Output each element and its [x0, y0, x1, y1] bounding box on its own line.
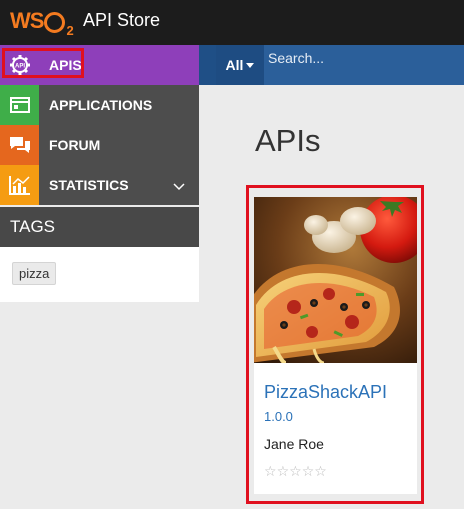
sidebar-item-forum[interactable]: FORUM [0, 125, 199, 165]
search-bar: All [199, 45, 464, 85]
wso2-logo[interactable]: WS 2 [10, 6, 74, 38]
star-empty-icon: ☆ [301, 463, 315, 479]
sidebar-item-apis[interactable]: API APIS [0, 45, 199, 85]
api-owner: Jane Roe [264, 436, 324, 452]
api-version: 1.0.0 [264, 409, 293, 424]
search-filter-dropdown[interactable]: All [216, 45, 264, 85]
chevron-down-icon[interactable] [173, 178, 185, 194]
tags-panel: pizza [0, 247, 199, 302]
page-title: APIs [255, 123, 321, 158]
star-empty-icon: ☆ [264, 463, 277, 479]
search-input[interactable] [268, 48, 458, 68]
apis-highlight-box [2, 48, 84, 78]
sidebar-item-applications[interactable]: APPLICATIONS [0, 85, 199, 125]
filter-label: All [225, 57, 244, 73]
star-empty-icon: ☆ [314, 463, 327, 479]
top-header: WS 2 API Store [0, 0, 464, 45]
star-rating: ☆☆☆☆☆ [264, 463, 327, 480]
pizza-thumbnail[interactable] [254, 197, 417, 363]
bar-chart-icon [0, 165, 39, 205]
star-empty-icon: ☆ [276, 463, 290, 479]
chat-bubbles-icon [0, 125, 39, 165]
app-title: API Store [83, 10, 161, 30]
api-name-link[interactable]: PizzaShackAPI [264, 382, 387, 403]
tag-pizza[interactable]: pizza [12, 262, 57, 285]
tags-heading: TAGS [0, 207, 199, 247]
search-bar-edge [199, 45, 216, 85]
sidebar: API APIS APPLICATIONS FORUM STATISTICS T… [0, 45, 199, 302]
sidebar-item-label: FORUM [49, 137, 101, 153]
star-empty-icon: ☆ [289, 463, 302, 479]
sidebar-item-label: STATISTICS [49, 177, 129, 193]
api-card[interactable]: PizzaShackAPI 1.0.0 Jane Roe ☆☆☆☆☆ [254, 197, 417, 494]
application-window-icon [0, 85, 39, 125]
caret-down-icon [246, 62, 255, 68]
sidebar-item-label: APPLICATIONS [49, 97, 153, 113]
sidebar-item-statistics[interactable]: STATISTICS [0, 165, 199, 205]
